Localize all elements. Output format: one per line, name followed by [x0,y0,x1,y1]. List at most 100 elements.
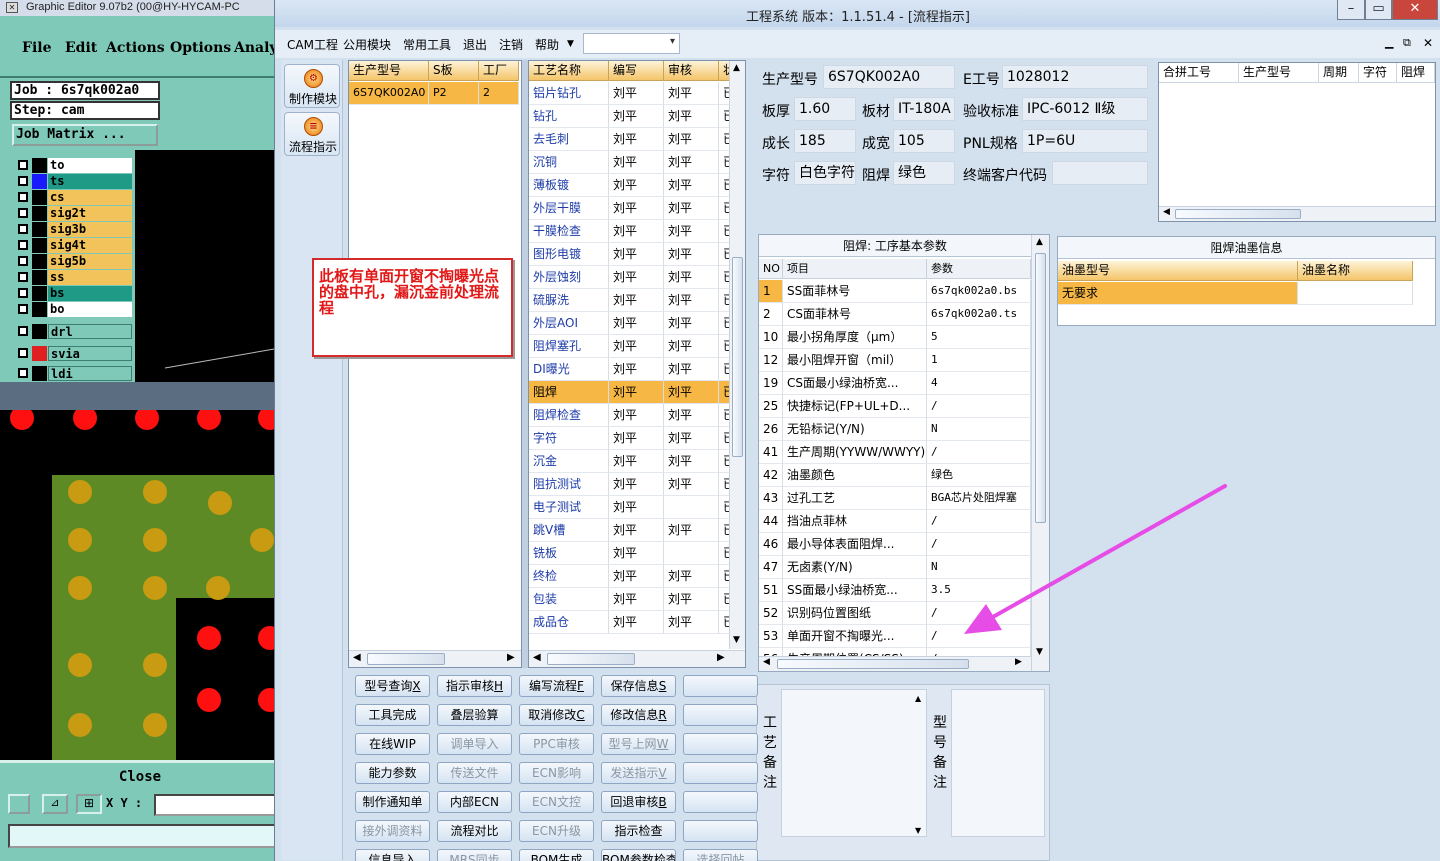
params-cell[interactable]: 41 [759,441,783,464]
action-button[interactable]: 流程对比 [437,820,512,842]
menu-exit[interactable]: 退出 [463,36,487,53]
process-cell[interactable]: 刘平 [664,266,719,289]
merge-hscroll[interactable]: ◀ [1159,206,1435,221]
params-cell[interactable]: 43 [759,487,783,510]
process-cell[interactable]: 刘平 [609,335,664,358]
orders-cell[interactable]: P2 [429,82,479,105]
process-cell[interactable]: 刘平 [664,565,719,588]
process-cell[interactable]: 沉铜 [529,151,609,174]
process-cell[interactable]: 包装 [529,588,609,611]
process-cell[interactable]: 硫脲洗 [529,289,609,312]
process-column-header[interactable]: 工艺名称 [529,61,609,81]
process-cell[interactable]: 刘平 [664,450,719,473]
action-button[interactable]: BOM生成 [519,849,594,861]
orders-column-header[interactable]: 工厂 [479,61,519,81]
process-cell[interactable]: 刘平 [664,151,719,174]
menu-help[interactable]: 帮助 [535,36,559,53]
ink-cell[interactable] [1298,282,1413,305]
params-cell[interactable]: 最小拐角厚度（μm） [783,326,927,349]
action-button[interactable]: PPC审核 [519,733,594,755]
process-cell[interactable]: 刘平 [664,82,719,105]
params-cell[interactable]: 51 [759,579,783,602]
minimize-icon[interactable]: – [1337,0,1365,20]
params-column-header[interactable]: NO [759,259,783,279]
process-cell[interactable]: 铝片钻孔 [529,82,609,105]
action-button[interactable]: ECN影响 [519,762,594,784]
layer-checkbox[interactable] [18,348,28,358]
action-button[interactable]: 传送文件 [437,762,512,784]
process-cell[interactable] [664,542,719,565]
process-cell[interactable]: 刘平 [609,450,664,473]
params-cell[interactable]: 快捷标记(FP+UL+D... [783,395,927,418]
ge-menu-options[interactable]: Options [170,40,231,56]
info-value-standard[interactable]: IPC-6012 Ⅱ级 [1022,97,1148,121]
layer-checkbox[interactable] [18,208,28,218]
process-cell[interactable]: 刘平 [609,588,664,611]
layer-checkbox[interactable] [18,176,28,186]
process-remark-textarea[interactable]: ▲ ▼ [781,689,927,837]
params-cell[interactable]: SS面最小绿油桥宽... [783,579,927,602]
info-value-material[interactable]: IT-180A [893,97,955,121]
menu-cam[interactable]: CAM工程 [287,36,338,53]
process-cell[interactable]: 刘平 [664,358,719,381]
action-button[interactable]: 工具完成 [355,704,430,726]
process-cell[interactable]: 刘平 [664,243,719,266]
params-cell[interactable]: 2 [759,303,783,326]
action-button[interactable]: BOM参数检查 [601,849,676,861]
params-column-header[interactable]: 项目 [783,259,927,279]
layer-checkbox[interactable] [18,160,28,170]
process-cell[interactable]: 沉金 [529,450,609,473]
process-cell[interactable]: 刘平 [609,404,664,427]
layer-row[interactable]: svia [12,346,132,361]
layer-checkbox[interactable] [18,304,28,314]
merge-column-header[interactable]: 字符 [1359,63,1397,83]
params-cell[interactable]: 1 [927,349,1031,372]
action-button[interactable]: 取消修改C [519,704,594,726]
orders-column-header[interactable]: 生产型号 [349,61,429,81]
job-matrix-button[interactable]: Job Matrix ... [12,124,158,146]
action-button[interactable] [683,675,758,697]
ge-menu-file[interactable]: File [22,40,51,56]
process-cell[interactable]: 刘平 [664,289,719,312]
process-cell[interactable]: 跳V槽 [529,519,609,542]
layer-row[interactable]: ldi [12,366,132,381]
info-value-eno[interactable]: 1028012 [1002,65,1148,89]
layer-row[interactable]: cs [12,190,132,205]
process-cell[interactable]: 刘平 [609,312,664,335]
process-cell[interactable]: 刘平 [609,611,664,634]
ge-menu-actions[interactable]: Actions [106,40,165,56]
action-button[interactable]: 内部ECN [437,791,512,813]
process-cell[interactable]: 刘平 [664,335,719,358]
ink-column-header[interactable]: 油墨名称 [1298,261,1413,281]
params-cell[interactable]: 42 [759,464,783,487]
action-button[interactable]: 调单导入 [437,733,512,755]
process-cell[interactable]: 刘平 [609,220,664,243]
process-cell[interactable]: 薄板镀 [529,174,609,197]
process-cell[interactable]: 刘平 [664,473,719,496]
params-cell[interactable]: 46 [759,533,783,556]
process-cell[interactable]: 刘平 [609,197,664,220]
process-cell[interactable]: 干膜检查 [529,220,609,243]
action-button[interactable]: 叠层验算 [437,704,512,726]
merge-column-header[interactable]: 阻焊 [1397,63,1435,83]
layer-checkbox[interactable] [18,288,28,298]
xy-input[interactable] [154,794,280,816]
action-button[interactable] [683,762,758,784]
params-cell[interactable]: 44 [759,510,783,533]
params-cell[interactable]: SS面菲林号 [783,280,927,303]
mdi-restore-icon[interactable]: ⧉ [1403,36,1411,50]
layer-checkbox[interactable] [18,256,28,266]
layer-row[interactable]: bs [12,286,132,301]
process-cell[interactable]: 刘平 [609,151,664,174]
process-cell[interactable]: 刘平 [664,220,719,243]
layer-checkbox[interactable] [18,272,28,282]
merge-column-header[interactable]: 合拼工号 [1159,63,1239,83]
ge-menu-analysis[interactable]: Analy [234,40,278,56]
params-cell[interactable]: / [927,441,1031,464]
layer-row[interactable]: ts [12,174,132,189]
process-cell[interactable]: 外层AOI [529,312,609,335]
menu-logout[interactable]: 注销 [499,36,523,53]
params-cell[interactable]: 无卤素(Y/N) [783,556,927,579]
grid-icon[interactable]: ⊞ [76,794,102,814]
params-column-header[interactable]: 参数 [927,259,1031,279]
